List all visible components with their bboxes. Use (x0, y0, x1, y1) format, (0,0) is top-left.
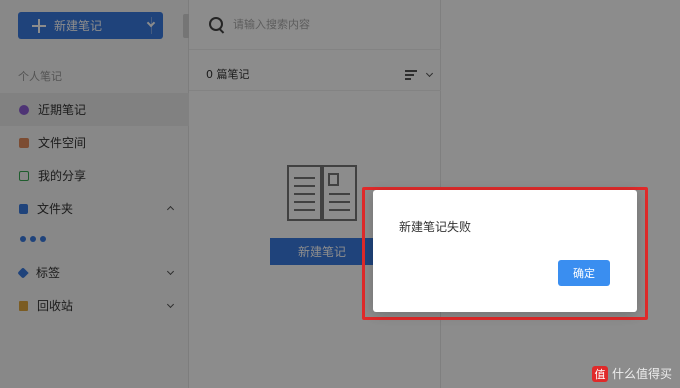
error-dialog: 新建笔记失败 确定 (373, 190, 637, 312)
watermark-badge: 值 (591, 365, 608, 382)
watermark: 值 什么值得买 (591, 365, 672, 382)
ok-button[interactable]: 确定 (558, 260, 610, 286)
watermark-text: 什么值得买 (611, 367, 672, 381)
dialog-message: 新建笔记失败 (399, 220, 472, 234)
